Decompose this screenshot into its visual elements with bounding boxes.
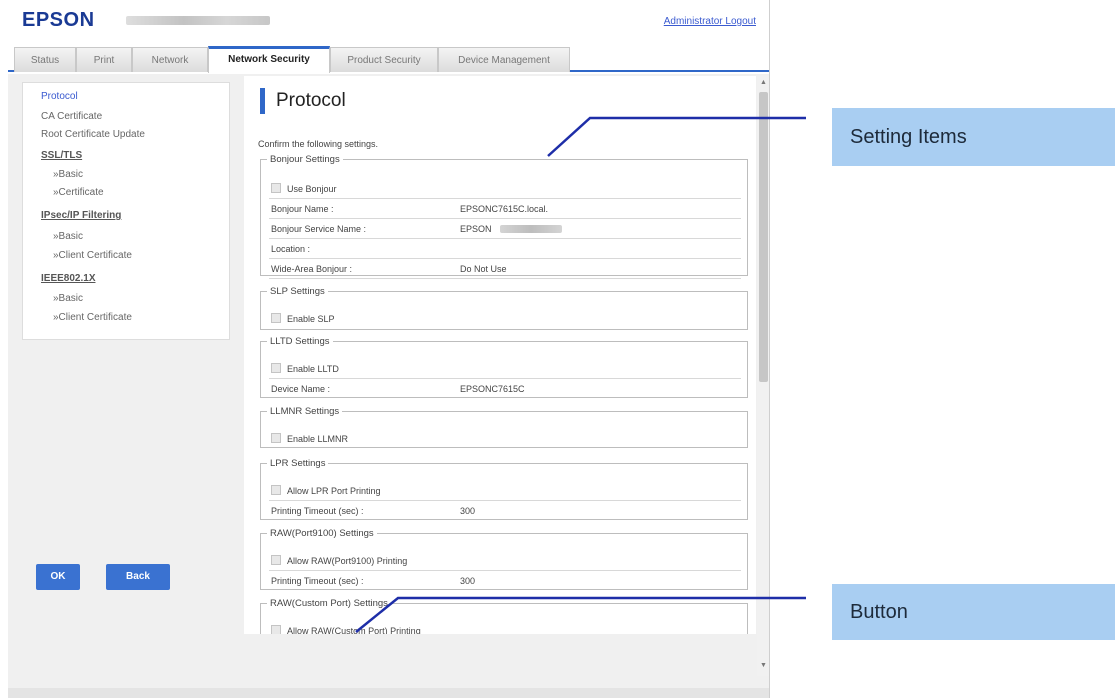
callout-line-setting-items — [547, 116, 806, 157]
callout-lines — [355, 116, 806, 633]
callout-line-button — [355, 596, 806, 633]
